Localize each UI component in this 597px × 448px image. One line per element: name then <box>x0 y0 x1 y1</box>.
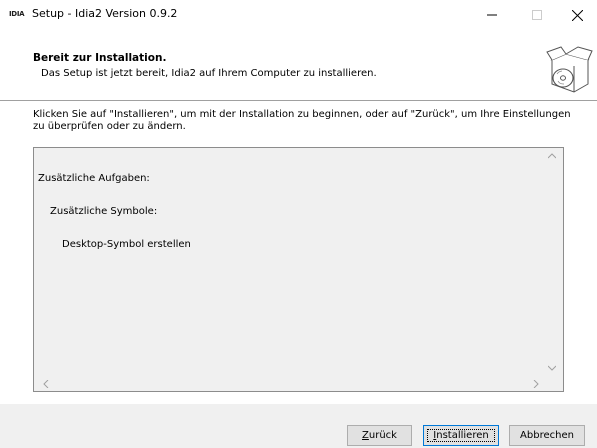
close-button[interactable] <box>557 0 597 30</box>
maximize-icon <box>531 10 542 20</box>
scroll-left-icon[interactable] <box>43 380 49 388</box>
scroll-up-icon[interactable] <box>548 153 556 159</box>
memo-line-2: Zusätzliche Symbole: <box>50 206 158 217</box>
window-title: Setup - Idia2 Version 0.9.2 <box>32 7 178 20</box>
wizard-content: Klicken Sie auf "Installieren", um mit d… <box>0 102 597 402</box>
memo-line-3: Desktop-Symbol erstellen <box>62 239 191 250</box>
scroll-down-icon[interactable] <box>548 365 556 371</box>
page-subtitle: Das Setup ist jetzt bereit, Idia2 auf Ih… <box>41 68 377 79</box>
intro-line-1: Klicken Sie auf "Installieren", um mit d… <box>33 109 571 120</box>
button-bar: Zurück Installieren Abbrechen <box>0 404 597 448</box>
install-button[interactable]: Installieren <box>423 425 499 446</box>
page-title: Bereit zur Installation. <box>33 52 167 64</box>
close-icon <box>571 9 583 21</box>
install-label: Installieren <box>433 430 489 441</box>
back-label: Zurück <box>362 430 397 441</box>
maximize-button <box>514 0 559 30</box>
memo-line-1: Zusätzliche Aufgaben: <box>38 173 150 184</box>
intro-text: Klicken Sie auf "Installieren", um mit d… <box>33 109 573 133</box>
back-button[interactable]: Zurück <box>347 425 412 446</box>
intro-line-2: zu überprüfen oder zu ändern. <box>33 121 186 132</box>
memo-text: Zusätzliche Aufgaben: Zusätzliche Symbol… <box>38 151 191 272</box>
title-bar: IDIA Setup - Idia2 Version 0.9.2 <box>0 0 597 30</box>
minimize-icon <box>486 14 497 16</box>
install-box-disc-icon <box>546 46 593 93</box>
scroll-right-icon[interactable] <box>533 380 539 388</box>
minimize-button[interactable] <box>469 0 514 30</box>
ready-memo[interactable]: Zusätzliche Aufgaben: Zusätzliche Symbol… <box>33 147 564 392</box>
app-icon: IDIA <box>9 10 25 18</box>
wizard-header: Bereit zur Installation. Das Setup ist j… <box>0 30 597 100</box>
cancel-button[interactable]: Abbrechen <box>509 425 585 446</box>
